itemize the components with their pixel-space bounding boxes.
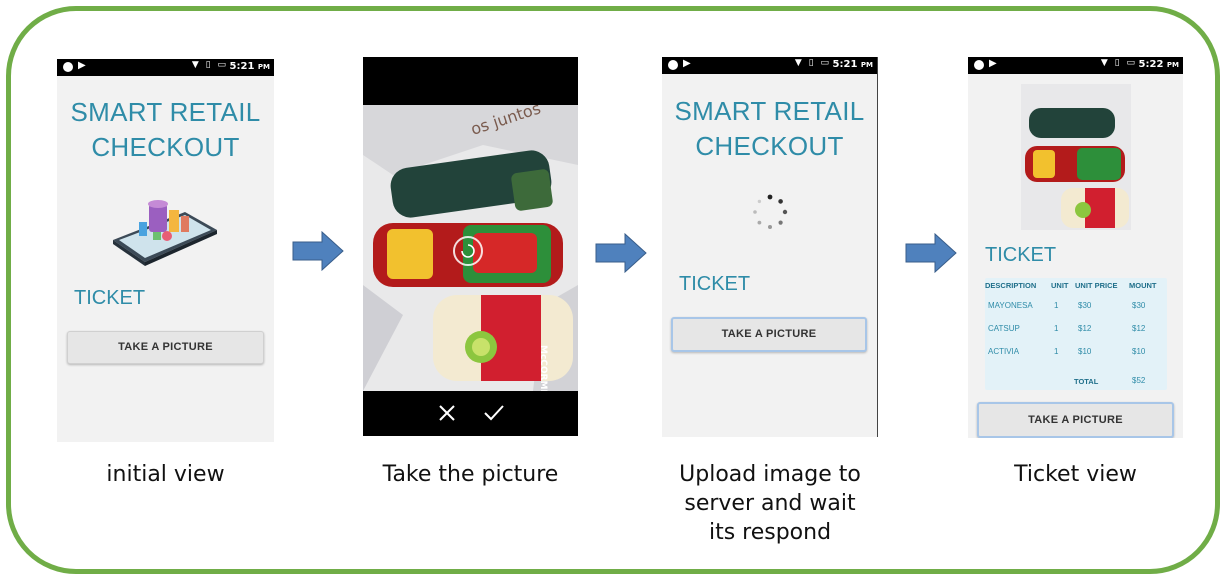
status-bar: ▶​ ▼ ▯ ▭ 5:21 PM xyxy=(662,57,877,74)
status-time: 5:21 PM xyxy=(832,59,873,70)
table-cell: CATSUP xyxy=(988,324,1020,333)
play-icon: ▶​ xyxy=(683,58,691,69)
loading-spinner-icon xyxy=(753,194,788,229)
table-cell: $12 xyxy=(1132,324,1146,333)
caption-camera: Take the picture xyxy=(382,462,559,487)
table-header: MOUNT xyxy=(1129,281,1157,290)
screen-upload: ▶​ ▼ ▯ ▭ 5:21 PM SMART RETAIL CHECKOUT T… xyxy=(662,57,878,437)
status-bar: ▶​ ▼ ▯ ▭ 5:22 PM xyxy=(968,57,1183,74)
table-cell: $10 xyxy=(1132,347,1146,356)
take-picture-button[interactable]: TAKE A PICTURE xyxy=(671,317,867,352)
play-icon: ▶​ xyxy=(989,58,997,69)
caption-initial: initial view xyxy=(106,462,225,487)
caption-ticket: Ticket view xyxy=(1014,462,1137,487)
table-header: DESCRIPTION xyxy=(985,281,1037,290)
signal-icons: ▼ ▯ ▭ xyxy=(794,58,831,68)
camera-controls-bar xyxy=(363,391,578,436)
ticket-table: DESCRIPTION UNIT UNIT PRICE MOUNT MAYONE… xyxy=(985,278,1167,390)
app-title: SMART RETAIL CHECKOUT xyxy=(70,97,261,162)
notification-dot-icon xyxy=(974,60,984,70)
notification-dot-icon xyxy=(63,62,73,72)
flow-arrow-1 xyxy=(292,231,344,271)
screen-camera: os juntos McCORMICK xyxy=(363,57,578,436)
take-picture-button[interactable]: TAKE A PICTURE xyxy=(977,402,1174,438)
svg-text:McCORMICK: McCORMICK xyxy=(538,345,548,391)
flow-arrow-2 xyxy=(595,233,647,273)
close-icon[interactable] xyxy=(437,403,457,423)
total-label: TOTAL xyxy=(1074,377,1099,386)
check-icon[interactable] xyxy=(483,403,505,423)
captured-photo-thumbnail xyxy=(1021,84,1131,230)
screen-initial: ▶​ ▼ ▯ ▭ 5:21 PM SMART RETAIL CHECKOUT T… xyxy=(57,59,274,442)
table-cell: 1 xyxy=(1054,324,1059,333)
status-time: 5:22 PM xyxy=(1138,59,1179,70)
screen-ticket: ▶​ ▼ ▯ ▭ 5:22 PM TICKET DESCRIPTION UNIT… xyxy=(968,57,1183,438)
caption-upload: Upload image to server and wait its resp… xyxy=(679,462,861,545)
ticket-label: TICKET xyxy=(985,244,1057,266)
notification-dot-icon xyxy=(668,60,678,70)
take-picture-button[interactable]: TAKE A PICTURE xyxy=(67,331,264,364)
table-cell: ACTIVIA xyxy=(988,347,1020,356)
status-bar: ▶​ ▼ ▯ ▭ 5:21 PM xyxy=(57,59,274,76)
table-cell: $30 xyxy=(1078,301,1092,310)
signal-icons: ▼ ▯ ▭ xyxy=(1100,58,1137,68)
table-cell: $12 xyxy=(1078,324,1092,333)
table-cell: $10 xyxy=(1078,347,1092,356)
table-header: UNIT PRICE xyxy=(1075,281,1118,290)
total-value: $52 xyxy=(1132,376,1146,385)
status-time: 5:21 PM xyxy=(229,61,270,72)
table-cell: 1 xyxy=(1054,347,1059,356)
ticket-label: TICKET xyxy=(74,287,146,309)
signal-icons: ▼ ▯ ▭ xyxy=(191,60,228,70)
camera-preview-photo: os juntos McCORMICK xyxy=(363,105,578,391)
play-icon: ▶​ xyxy=(78,60,86,71)
table-cell: 1 xyxy=(1054,301,1059,310)
table-header: UNIT xyxy=(1051,281,1069,290)
app-title: SMART RETAIL CHECKOUT xyxy=(674,96,865,161)
flow-arrow-3 xyxy=(905,233,957,273)
ticket-label: TICKET xyxy=(679,273,751,295)
table-cell: $30 xyxy=(1132,301,1146,310)
smartphone-shopping-illustration xyxy=(113,200,217,266)
table-cell: MAYONESA xyxy=(988,301,1033,310)
